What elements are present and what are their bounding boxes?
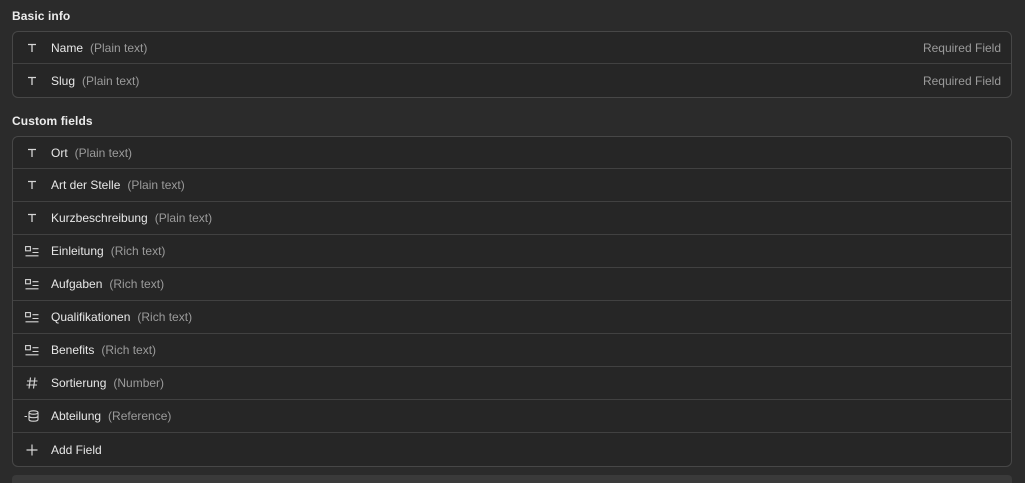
basic-info-heading: Basic info [12, 9, 71, 23]
field-name: Name [51, 40, 84, 55]
add-field-button[interactable]: Add Field [13, 433, 1011, 466]
field-type: (Rich text) [101, 343, 157, 357]
required-field-label: Required Field [922, 73, 1001, 88]
next-panel-edge [12, 475, 1012, 483]
field-name: Qualifikationen [51, 310, 131, 324]
field-row-einleitung[interactable]: Einleitung (Rich text) [13, 235, 1011, 268]
field-type: (Plain text) [74, 145, 133, 160]
rich-text-icon [13, 278, 51, 290]
field-name: Sortierung [51, 376, 107, 390]
plus-icon [13, 444, 51, 456]
field-type: (Rich text) [137, 310, 193, 324]
text-icon [13, 43, 51, 53]
add-field-label: Add Field [51, 442, 102, 457]
field-type: (Plain text) [90, 40, 148, 55]
field-row-art-der-stelle[interactable]: Art der Stelle (Plain text) [13, 169, 1011, 202]
field-name: Ort [51, 145, 68, 160]
field-row-name[interactable]: Name (Plain text) Required Field [13, 32, 1011, 64]
field-row-kurzbeschreibung[interactable]: Kurzbeschreibung (Plain text) [13, 202, 1011, 235]
rich-text-icon [13, 344, 51, 356]
basic-info-field-list: Name (Plain text) Required Field Slug (P… [12, 31, 1012, 98]
cms-collection-fields-panel: Basic info Name (Plain text) Required Fi… [0, 0, 1025, 483]
field-row-aufgaben[interactable]: Aufgaben (Rich text) [13, 268, 1011, 301]
field-row-sortierung[interactable]: Sortierung (Number) [13, 367, 1011, 400]
field-type: (Rich text) [110, 244, 166, 258]
field-name: Abteilung [51, 409, 102, 423]
custom-field-list: Ort (Plain text) Art der Stelle (Plain t… [12, 136, 1012, 467]
field-type: (Plain text) [82, 73, 140, 88]
field-row-abteilung[interactable]: Abteilung (Reference) [13, 400, 1011, 433]
field-name: Kurzbeschreibung [51, 211, 148, 225]
text-icon [13, 148, 51, 158]
field-type: (Plain text) [127, 178, 185, 192]
field-type: (Reference) [108, 409, 172, 423]
text-icon [13, 76, 51, 86]
field-row-qualifikationen[interactable]: Qualifikationen (Rich text) [13, 301, 1011, 334]
text-icon [13, 180, 51, 190]
field-type: (Rich text) [109, 277, 165, 291]
field-name: Aufgaben [51, 277, 103, 291]
rich-text-icon [13, 245, 51, 257]
field-name: Benefits [51, 343, 95, 357]
text-icon [13, 213, 51, 223]
required-field-label: Required Field [922, 40, 1001, 55]
field-row-benefits[interactable]: Benefits (Rich text) [13, 334, 1011, 367]
field-name: Art der Stelle [51, 178, 121, 192]
field-row-ort[interactable]: Ort (Plain text) [13, 137, 1011, 169]
field-row-slug[interactable]: Slug (Plain text) Required Field [13, 64, 1011, 97]
field-name: Einleitung [51, 244, 104, 258]
custom-fields-heading: Custom fields [12, 114, 93, 128]
field-type: (Plain text) [154, 211, 213, 225]
hash-icon [13, 377, 51, 389]
field-name: Slug [51, 73, 76, 88]
reference-icon [13, 410, 51, 422]
rich-text-icon [13, 311, 51, 323]
field-type: (Number) [113, 376, 165, 390]
